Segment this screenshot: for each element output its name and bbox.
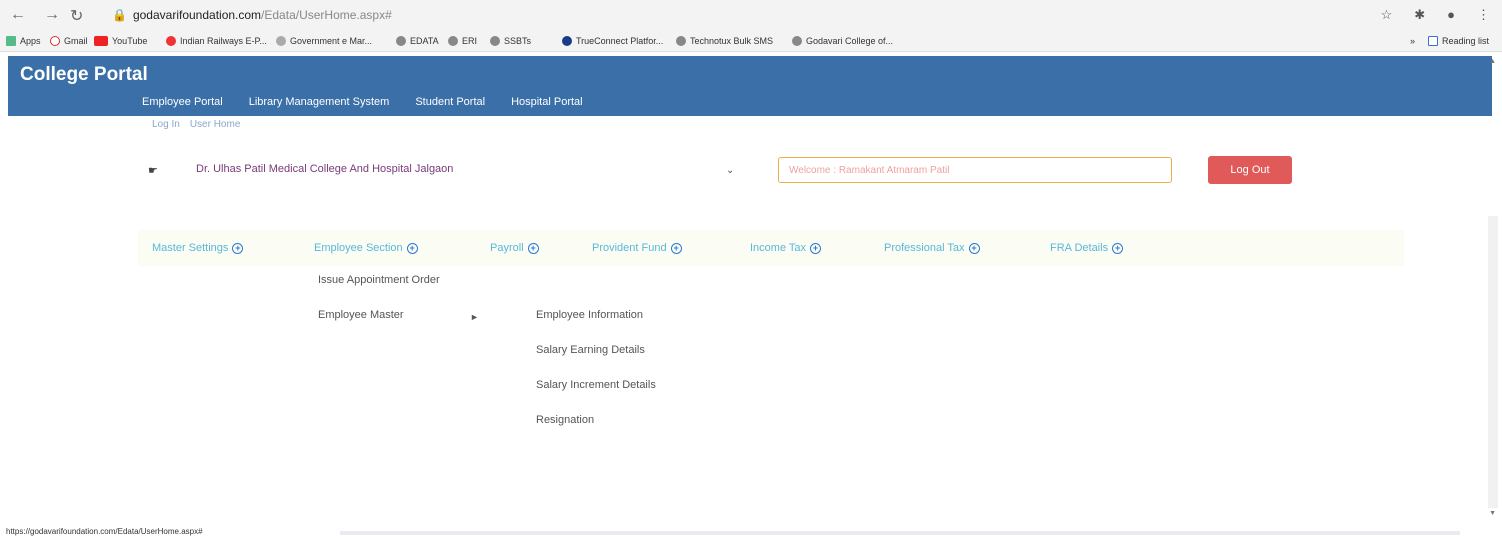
globe-icon [490,36,500,46]
plus-circle-icon: + [406,243,418,254]
reload-icon[interactable]: ↻ [70,6,83,26]
menu-employee-information[interactable]: Employee Information [536,309,643,321]
plus-circle-icon: + [810,243,822,254]
youtube-icon [94,36,108,46]
plus-circle-icon: + [670,243,682,254]
nav-library-management[interactable]: Library Management System [249,96,390,108]
railways-icon [166,36,176,46]
menu-icon[interactable]: ⋮ [1477,7,1490,23]
globe-icon [396,36,406,46]
site-header: College Portal Employee Portal Library M… [8,56,1492,116]
extensions-icon[interactable]: ✱ [1414,7,1425,23]
bookmark-trueconnect[interactable]: TrueConnect Platfor... [562,36,663,46]
scroll-up-icon[interactable]: ▲ [1489,58,1496,65]
menu-master-settings[interactable]: Master Settings + [152,242,244,254]
pointer-icon: ☛ [148,165,158,177]
bookmark-youtube[interactable]: YouTube [94,36,147,46]
profile-icon[interactable]: ● [1447,7,1455,23]
bookmark-godavari[interactable]: Godavari College of... [792,36,893,46]
menu-professional-tax[interactable]: Professional Tax + [884,242,980,254]
globe-icon [448,36,458,46]
plus-circle-icon: + [527,243,539,254]
status-bar: https://godavarifoundation.com/Edata/Use… [0,526,1502,540]
welcome-field[interactable]: Welcome : Ramakant Atmaram Patil [778,157,1172,183]
breadcrumb-login[interactable]: Log In [152,119,180,130]
bookmarks-overflow[interactable]: » [1410,36,1415,46]
college-row: ☛ Dr. Ulhas Patil Medical College And Ho… [148,155,1318,185]
nav-student-portal[interactable]: Student Portal [415,96,485,108]
site-title[interactable]: College Portal [20,64,148,86]
plus-circle-icon: + [968,243,980,254]
chevron-down-icon[interactable]: ⌄ [726,165,734,176]
browser-toolbar: ← → ↻ 🔒 godavarifoundation.com/Edata/Use… [0,0,1502,32]
plus-circle-icon: + [1112,243,1124,254]
menu-payroll[interactable]: Payroll + [490,242,539,254]
apps-icon [6,36,16,46]
bookmark-railways[interactable]: Indian Railways E-P... [166,36,267,46]
nav-employee-portal[interactable]: Employee Portal [142,96,223,108]
forward-icon[interactable]: → [44,6,60,24]
bookmark-edata[interactable]: EDATA [396,36,439,46]
logout-button[interactable]: Log Out [1208,156,1292,184]
top-nav: Employee Portal Library Management Syste… [142,96,583,108]
reading-list[interactable]: Reading list [1428,36,1489,46]
address-bar[interactable]: 🔒 godavarifoundation.com/Edata/UserHome.… [112,8,392,22]
main-menu: Master Settings + Employee Section + Payro… [138,230,1404,266]
lock-icon: 🔒 [112,8,127,22]
breadcrumb: Log In User Home [152,119,240,130]
submenu-arrow-icon: ► [470,312,479,322]
menu-salary-increment-details[interactable]: Salary Increment Details [536,379,656,391]
status-url: https://godavarifoundation.com/Edata/Use… [6,527,203,536]
url-host: godavarifoundation.com [132,8,262,22]
globe-icon [792,36,802,46]
bookmarks-bar: Apps Gmail YouTube Indian Railways E-P..… [0,32,1502,52]
menu-employee-section[interactable]: Employee Section + [314,242,418,254]
bookmark-ssbts[interactable]: SSBTs [490,36,531,46]
menu-fra-details[interactable]: FRA Details + [1050,242,1124,254]
menu-issue-appointment-order[interactable]: Issue Appointment Order [318,274,440,286]
star-icon[interactable]: ☆ [1381,7,1393,23]
plus-circle-icon: + [232,243,244,254]
menu-resignation[interactable]: Resignation [536,414,594,426]
bookmark-apps[interactable]: Apps [6,36,41,46]
menu-salary-earning-details[interactable]: Salary Earning Details [536,344,645,356]
scroll-down-icon[interactable]: ▼ [1489,510,1496,517]
breadcrumb-user-home[interactable]: User Home [190,119,241,130]
globe-icon [676,36,686,46]
menu-employee-master[interactable]: Employee Master [318,309,404,321]
menu-provident-fund[interactable]: Provident Fund + [592,242,682,254]
reading-list-icon [1428,36,1438,46]
page-scrollbar[interactable]: ▲ ▼ [1488,56,1498,517]
horizontal-scrollbar[interactable] [340,531,1460,535]
nav-hospital-portal[interactable]: Hospital Portal [511,96,583,108]
bookmark-eri[interactable]: ERI [448,36,477,46]
bookmark-gmail[interactable]: Gmail [50,36,88,46]
scroll-track[interactable] [1488,216,1498,508]
gem-icon [276,36,286,46]
back-icon[interactable]: ← [10,6,26,24]
gmail-icon [50,36,60,46]
url-path: /Edata/UserHome.aspx# [261,8,392,22]
bookmark-gem[interactable]: Government e Mar... [276,36,372,46]
menu-income-tax[interactable]: Income Tax + [750,242,822,254]
trueconnect-icon [562,36,572,46]
bookmark-technotux[interactable]: Technotux Bulk SMS [676,36,773,46]
college-select[interactable]: Dr. Ulhas Patil Medical College And Hosp… [196,163,453,175]
